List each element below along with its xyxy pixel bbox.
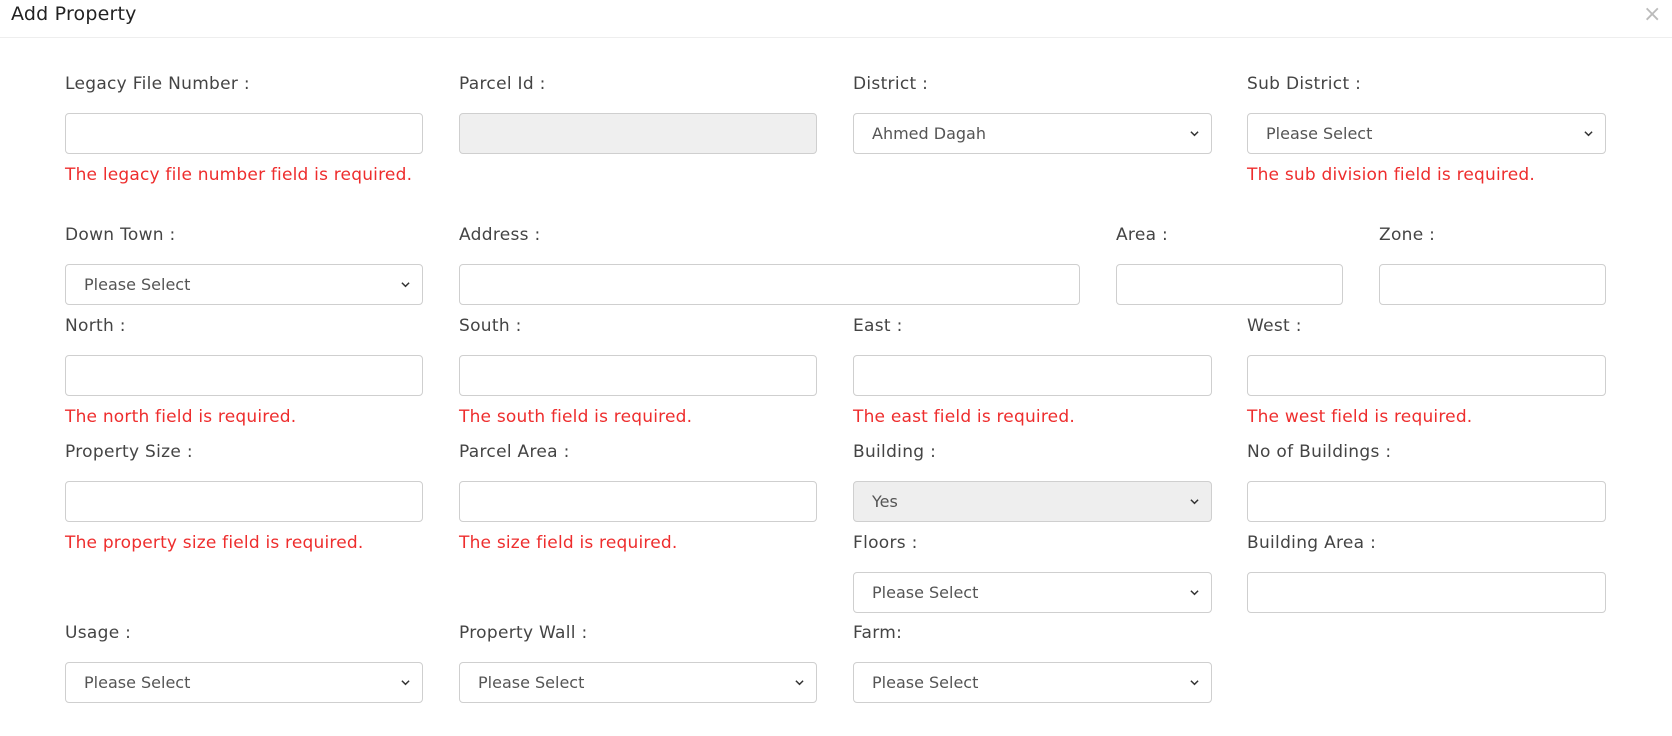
address-label: Address :: [459, 225, 541, 245]
property-wall-field: Property Wall : Please Select: [459, 622, 817, 703]
north-field: North : The north field is required.: [65, 315, 423, 427]
building-label: Building :: [853, 442, 937, 462]
address-input[interactable]: [459, 264, 1080, 305]
east-error: The east field is required.: [853, 407, 1075, 427]
property-wall-label: Property Wall :: [459, 623, 588, 643]
property-size-error: The property size field is required.: [65, 533, 364, 553]
west-error: The west field is required.: [1247, 407, 1473, 427]
building-selected-value: Yes: [872, 492, 898, 511]
no-of-buildings-field: No of Buildings :: [1247, 441, 1606, 522]
parcel-area-field: Parcel Area : The size field is required…: [459, 441, 817, 553]
chevron-down-icon: [401, 282, 410, 288]
floors-field: Floors : Please Select: [853, 532, 1212, 613]
no-of-buildings-input[interactable]: [1247, 481, 1606, 522]
sub-district-error: The sub division field is required.: [1247, 165, 1536, 185]
legacy-file-number-label: Legacy File Number :: [65, 74, 250, 94]
zone-label: Zone :: [1379, 225, 1436, 245]
sub-district-label: Sub District :: [1247, 74, 1362, 94]
close-icon[interactable]: ×: [1643, 2, 1661, 27]
building-area-input[interactable]: [1247, 572, 1606, 613]
chevron-down-icon: [1190, 499, 1199, 505]
down-town-select[interactable]: Please Select: [65, 264, 423, 305]
building-field: Building : Yes: [853, 441, 1212, 522]
usage-select[interactable]: Please Select: [65, 662, 423, 703]
zone-input[interactable]: [1379, 264, 1606, 305]
zone-field: Zone :: [1379, 224, 1606, 305]
property-size-label: Property Size :: [65, 442, 193, 462]
farm-select[interactable]: Please Select: [853, 662, 1212, 703]
property-size-input[interactable]: [65, 481, 423, 522]
property-wall-selected-value: Please Select: [478, 673, 585, 692]
parcel-id-field: Parcel Id :: [459, 73, 817, 154]
west-label: West :: [1247, 316, 1302, 336]
farm-selected-value: Please Select: [872, 673, 979, 692]
property-wall-select[interactable]: Please Select: [459, 662, 817, 703]
chevron-down-icon: [1190, 131, 1199, 137]
district-select[interactable]: Ahmed Dagah: [853, 113, 1212, 154]
dialog-title: Add Property: [11, 3, 137, 25]
property-size-field: Property Size : The property size field …: [65, 441, 423, 553]
usage-field: Usage : Please Select: [65, 622, 423, 703]
district-field: District : Ahmed Dagah: [853, 73, 1212, 154]
usage-selected-value: Please Select: [84, 673, 191, 692]
sub-district-selected-value: Please Select: [1266, 124, 1373, 143]
chevron-down-icon: [401, 680, 410, 686]
district-selected-value: Ahmed Dagah: [872, 124, 986, 143]
area-input[interactable]: [1116, 264, 1343, 305]
floors-label: Floors :: [853, 533, 918, 553]
sub-district-select[interactable]: Please Select: [1247, 113, 1606, 154]
south-label: South :: [459, 316, 522, 336]
east-input[interactable]: [853, 355, 1212, 396]
no-of-buildings-label: No of Buildings :: [1247, 442, 1392, 462]
parcel-id-label: Parcel Id :: [459, 74, 546, 94]
south-input[interactable]: [459, 355, 817, 396]
west-field: West : The west field is required.: [1247, 315, 1606, 427]
down-town-field: Down Town : Please Select: [65, 224, 423, 305]
floors-selected-value: Please Select: [872, 583, 979, 602]
farm-label: Farm:: [853, 623, 903, 643]
chevron-down-icon: [1584, 131, 1593, 137]
north-error: The north field is required.: [65, 407, 297, 427]
east-field: East : The east field is required.: [853, 315, 1212, 427]
floors-select[interactable]: Please Select: [853, 572, 1212, 613]
legacy-file-number-field: Legacy File Number : The legacy file num…: [65, 73, 423, 185]
area-label: Area :: [1116, 225, 1169, 245]
east-label: East :: [853, 316, 903, 336]
legacy-file-number-input[interactable]: [65, 113, 423, 154]
building-area-label: Building Area :: [1247, 533, 1377, 553]
north-input[interactable]: [65, 355, 423, 396]
address-field: Address :: [459, 224, 1080, 305]
sub-district-field: Sub District : Please Select The sub div…: [1247, 73, 1606, 185]
south-field: South : The south field is required.: [459, 315, 817, 427]
north-label: North :: [65, 316, 126, 336]
parcel-id-input: [459, 113, 817, 154]
down-town-selected-value: Please Select: [84, 275, 191, 294]
legacy-file-number-error: The legacy file number field is required…: [65, 165, 413, 185]
south-error: The south field is required.: [459, 407, 693, 427]
usage-label: Usage :: [65, 623, 132, 643]
building-area-field: Building Area :: [1247, 532, 1606, 613]
parcel-area-label: Parcel Area :: [459, 442, 570, 462]
chevron-down-icon: [1190, 680, 1199, 686]
dialog-header: Add Property ×: [0, 0, 1672, 38]
district-label: District :: [853, 74, 929, 94]
chevron-down-icon: [1190, 590, 1199, 596]
down-town-label: Down Town :: [65, 225, 176, 245]
parcel-area-input[interactable]: [459, 481, 817, 522]
farm-field: Farm: Please Select: [853, 622, 1212, 703]
building-select: Yes: [853, 481, 1212, 522]
area-field: Area :: [1116, 224, 1343, 305]
parcel-area-error: The size field is required.: [459, 533, 678, 553]
west-input[interactable]: [1247, 355, 1606, 396]
chevron-down-icon: [795, 680, 804, 686]
